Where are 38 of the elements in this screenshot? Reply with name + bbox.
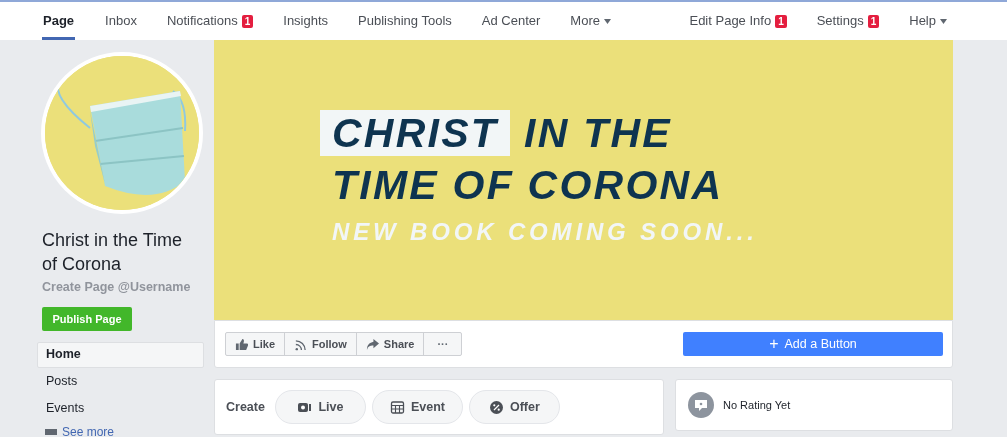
- calendar-icon: [389, 399, 405, 415]
- percent-badge-icon: [489, 399, 504, 415]
- more-button[interactable]: ···: [423, 333, 462, 355]
- nav-tab[interactable]: Settings 1: [816, 2, 880, 40]
- notification-badge: 1: [775, 14, 787, 28]
- nav-tab[interactable]: Ad Center: [481, 2, 541, 40]
- cover-headline: IN THE: [524, 110, 672, 156]
- notification-badge: 1: [867, 14, 880, 28]
- cover-headline: TIME OF CORONA: [332, 161, 724, 210]
- share-arrow-icon: [365, 337, 379, 351]
- menu-item[interactable]: Posts: [37, 368, 204, 395]
- action-button[interactable]: Share: [355, 333, 424, 355]
- create-button[interactable]: Offer: [468, 390, 560, 424]
- see-more-link[interactable]: See more: [62, 422, 115, 437]
- nav-tab[interactable]: Page: [42, 2, 76, 40]
- nav-tab[interactable]: Help: [909, 2, 947, 40]
- nav-tab[interactable]: Edit Page Info 1: [689, 2, 787, 40]
- add-button[interactable]: + Add a Button: [683, 332, 943, 356]
- create-label: Create: [226, 398, 265, 416]
- nav-tab[interactable]: Publishing Tools: [358, 2, 452, 40]
- thumbs-up-icon: [235, 337, 248, 351]
- rating-text: No Rating Yet: [723, 397, 791, 413]
- create-button[interactable]: Live: [274, 390, 366, 424]
- cover-subtitle: NEW BOOK COMING SOON...: [332, 218, 758, 246]
- create-button[interactable]: Event: [371, 390, 463, 424]
- rss-icon: [294, 337, 307, 351]
- nav-tab[interactable]: Inbox: [105, 2, 137, 40]
- action-button[interactable]: Like: [226, 333, 284, 355]
- menu-item[interactable]: Home: [37, 341, 204, 368]
- page-name: Christ in the Time of Corona: [42, 229, 184, 276]
- cover-headline-word: CHRIST: [320, 110, 511, 156]
- nav-tab[interactable]: Insights: [283, 2, 329, 40]
- nav-tab[interactable]: More: [570, 2, 611, 40]
- action-button[interactable]: Follow: [284, 333, 356, 355]
- notification-badge: 1: [241, 14, 254, 28]
- menu-item[interactable]: Events: [37, 395, 204, 422]
- rating-bubble-icon: [688, 392, 714, 418]
- nav-tab[interactable]: Notifications 1: [166, 2, 254, 40]
